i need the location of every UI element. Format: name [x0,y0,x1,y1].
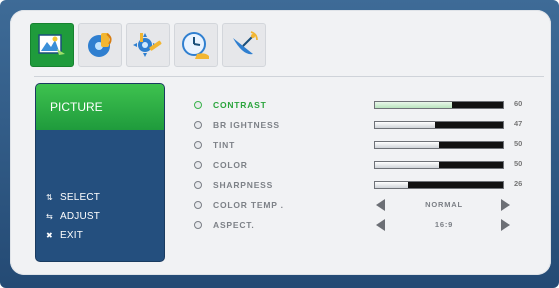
setup-icon [133,33,162,57]
color-temp-selector[interactable]: NORMAL [374,198,514,212]
sound-icon [88,33,112,57]
radio-indicator [194,121,202,129]
aspect-value: 16:9 [434,220,454,229]
info-panel: PICTURE ⇅ SELECT ⇆ ADJUST ✖ EXIT [36,84,164,261]
divider [34,76,544,77]
help-exit: ✖ EXIT [46,226,100,245]
sharpness-slider[interactable] [374,181,504,189]
aspect-selector[interactable]: 16:9 [374,218,514,232]
contrast-row[interactable]: CONTRAST 60 [194,95,534,115]
sharpness-value: 26 [514,179,523,188]
radio-indicator [194,201,202,209]
channel-menu-button[interactable] [222,23,266,67]
contrast-slider-fill [375,102,452,108]
sharpness-row[interactable]: SHARPNESS 26 [194,175,534,195]
color-temp-value: NORMAL [425,200,463,209]
radio-indicator [194,141,202,149]
contrast-slider[interactable] [374,101,504,109]
tint-value: 50 [514,139,523,148]
radio-indicator [194,221,202,229]
tint-slider-fill [375,142,439,148]
time-icon [182,32,209,59]
brightness-row[interactable]: BR IGHTNESS 47 [194,115,534,135]
picture-icon [38,34,65,55]
color-value: 50 [514,159,523,168]
brightness-label: BR IGHTNESS [213,120,280,130]
radio-indicator [194,101,202,109]
radio-indicator [194,161,202,169]
channel-icon [233,31,258,55]
aspect-row[interactable]: ASPECT. 16:9 [194,215,534,235]
tint-label: TINT [213,140,236,150]
brightness-value: 47 [514,119,523,128]
sharpness-label: SHARPNESS [213,180,274,190]
sharpness-slider-fill [375,182,409,188]
menu-category-bar [30,23,266,73]
color-temp-label: COLOR TEMP . [213,200,284,210]
time-menu-button[interactable] [174,23,218,67]
current-menu-title: PICTURE [36,84,164,130]
picture-settings-list: CONTRAST 60 BR IGHTNESS 47 TINT 50 COLOR… [194,95,534,235]
aspect-label: ASPECT. [213,220,255,230]
help-legend: ⇅ SELECT ⇆ ADJUST ✖ EXIT [46,188,100,245]
color-slider-fill [375,162,439,168]
leftright-arrows-icon: ⇆ [46,212,53,221]
help-exit-label: EXIT [60,230,84,241]
right-arrow-icon[interactable] [501,219,510,231]
exit-icon: ✖ [46,231,53,240]
tint-slider[interactable] [374,141,504,149]
help-select: ⇅ SELECT [46,188,100,207]
tint-row[interactable]: TINT 50 [194,135,534,155]
contrast-value: 60 [514,99,523,108]
updown-arrows-icon: ⇅ [46,193,53,202]
color-row[interactable]: COLOR 50 [194,155,534,175]
help-adjust: ⇆ ADJUST [46,207,100,226]
color-temp-row[interactable]: COLOR TEMP . NORMAL [194,195,534,215]
setup-menu-button[interactable] [126,23,170,67]
help-select-label: SELECT [60,192,101,203]
right-arrow-icon[interactable] [501,199,510,211]
help-adjust-label: ADJUST [60,211,101,222]
sound-menu-button[interactable] [78,23,122,67]
brightness-slider[interactable] [374,121,504,129]
brightness-slider-fill [375,122,436,128]
color-label: COLOR [213,160,248,170]
radio-indicator [194,181,202,189]
contrast-label: CONTRAST [213,100,267,110]
color-slider[interactable] [374,161,504,169]
picture-menu-button[interactable] [30,23,74,67]
